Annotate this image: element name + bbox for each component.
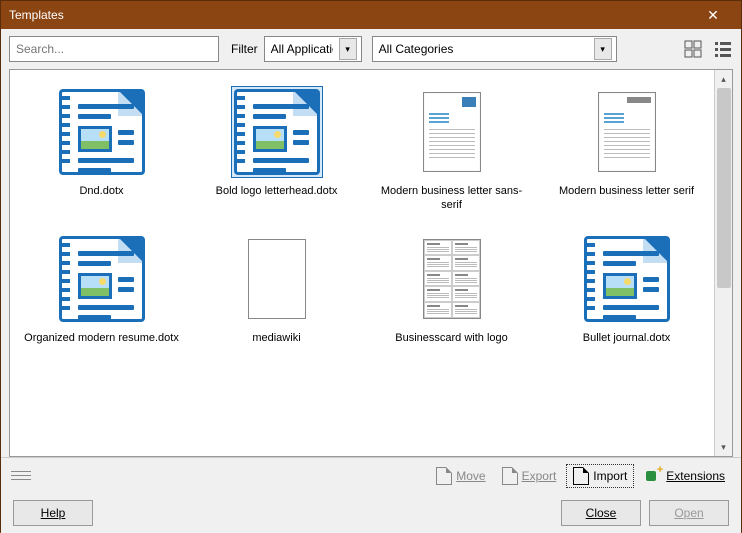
categories-dropdown[interactable]: All Categories ▾ bbox=[372, 36, 617, 62]
template-label: Bullet journal.dotx bbox=[583, 331, 670, 345]
titlebar: Templates ✕ bbox=[1, 1, 741, 29]
applications-dropdown[interactable]: All Applications ▾ bbox=[264, 36, 362, 62]
writer-document-icon bbox=[59, 89, 145, 175]
template-thumbnail[interactable] bbox=[406, 233, 498, 325]
extensions-label: Extensions bbox=[666, 469, 725, 483]
template-thumbnail[interactable] bbox=[56, 233, 148, 325]
template-item[interactable]: Modern business letter sans-serif bbox=[364, 86, 539, 213]
template-thumbnail[interactable] bbox=[231, 233, 323, 325]
writer-document-icon bbox=[234, 89, 320, 175]
template-thumbnail[interactable] bbox=[581, 233, 673, 325]
template-item[interactable]: Businesscard with logo bbox=[364, 233, 539, 345]
scroll-up-icon[interactable]: ▴ bbox=[715, 70, 732, 88]
import-label: Import bbox=[593, 469, 627, 483]
applications-value: All Applications bbox=[271, 42, 333, 56]
template-thumbnail[interactable] bbox=[56, 86, 148, 178]
chevron-down-icon[interactable]: ▾ bbox=[339, 38, 357, 60]
chevron-down-icon[interactable]: ▾ bbox=[594, 38, 612, 60]
categories-value: All Categories bbox=[379, 42, 588, 56]
template-thumbnail[interactable] bbox=[231, 86, 323, 178]
menu-icon[interactable] bbox=[11, 471, 31, 480]
thumbnail-view-button[interactable] bbox=[683, 39, 703, 59]
import-button[interactable]: Import bbox=[566, 464, 634, 488]
template-item[interactable]: Bold logo letterhead.dotx bbox=[189, 86, 364, 213]
template-label: Bold logo letterhead.dotx bbox=[216, 184, 338, 198]
template-item[interactable]: Organized modern resume.dotx bbox=[14, 233, 189, 345]
template-label: Businesscard with logo bbox=[395, 331, 508, 345]
templates-panel: Dnd.dotx Bold logo letterhead.dotx Modern … bbox=[9, 69, 733, 457]
open-button[interactable]: Open bbox=[649, 500, 729, 526]
extension-icon bbox=[644, 467, 662, 485]
template-item[interactable]: Bullet journal.dotx bbox=[539, 233, 714, 345]
move-label: Move bbox=[456, 469, 485, 483]
scroll-down-icon[interactable]: ▾ bbox=[715, 438, 732, 456]
document-icon bbox=[502, 467, 518, 485]
export-button[interactable]: Export bbox=[496, 465, 563, 487]
document-icon bbox=[573, 467, 589, 485]
bottom-bar: Move Export Import Extensions Help Close… bbox=[1, 457, 741, 533]
buttons-row: Help Close Open bbox=[1, 494, 741, 533]
list-view-button[interactable] bbox=[713, 39, 733, 59]
document-icon bbox=[436, 467, 452, 485]
writer-document-icon bbox=[59, 236, 145, 322]
template-label: Modern business letter serif bbox=[559, 184, 694, 198]
templates-grid: Dnd.dotx Bold logo letterhead.dotx Modern … bbox=[10, 70, 732, 361]
template-label: Modern business letter sans-serif bbox=[372, 184, 532, 213]
move-button[interactable]: Move bbox=[430, 465, 491, 487]
template-item[interactable]: Dnd.dotx bbox=[14, 86, 189, 213]
window-title: Templates bbox=[9, 8, 64, 22]
extensions-button[interactable]: Extensions bbox=[638, 465, 731, 487]
template-item[interactable]: Modern business letter serif bbox=[539, 86, 714, 213]
close-button[interactable]: Close bbox=[561, 500, 641, 526]
template-label: Dnd.dotx bbox=[79, 184, 123, 198]
template-thumbnail[interactable] bbox=[581, 86, 673, 178]
template-item[interactable]: mediawiki bbox=[189, 233, 364, 345]
template-thumbnail[interactable] bbox=[406, 86, 498, 178]
template-label: mediawiki bbox=[252, 331, 300, 345]
actions-row: Move Export Import Extensions bbox=[1, 458, 741, 494]
template-label: Organized modern resume.dotx bbox=[24, 331, 179, 345]
businesscard-preview-icon bbox=[423, 239, 481, 319]
letter-preview-icon bbox=[598, 92, 656, 172]
close-icon[interactable]: ✕ bbox=[693, 1, 733, 29]
writer-document-icon bbox=[584, 236, 670, 322]
scroll-thumb[interactable] bbox=[717, 88, 731, 288]
search-input[interactable] bbox=[9, 36, 219, 62]
blank-document-icon bbox=[248, 239, 306, 319]
help-button[interactable]: Help bbox=[13, 500, 93, 526]
letter-preview-icon bbox=[423, 92, 481, 172]
filter-label: Filter bbox=[231, 42, 258, 56]
export-label: Export bbox=[522, 469, 557, 483]
dialog-content: Filter All Applications ▾ All Categories… bbox=[1, 29, 741, 533]
scrollbar[interactable]: ▴ ▾ bbox=[714, 70, 732, 456]
toolbar: Filter All Applications ▾ All Categories… bbox=[1, 29, 741, 69]
